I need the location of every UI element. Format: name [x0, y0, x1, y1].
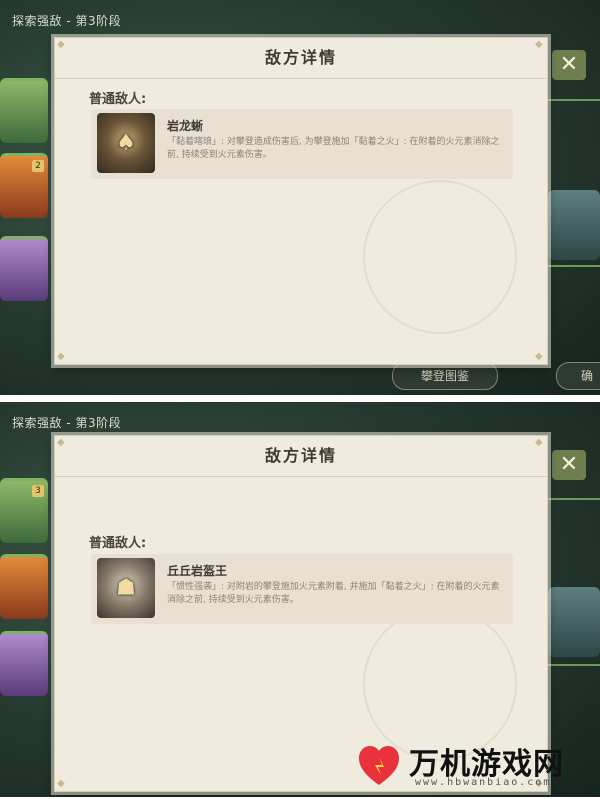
divider: [548, 265, 600, 267]
dragon-lizard-icon: ♠: [116, 130, 136, 156]
character-card[interactable]: 2: [0, 153, 48, 218]
screenshot-1: 探索强敌 - 第3阶段 2 ✕ 攀登图鉴 确 ◆ ◆ ◆ ◆ 敌方详情 普通敌人…: [0, 0, 600, 395]
character-card[interactable]: [0, 554, 48, 619]
enemy-portrait: ♠: [97, 113, 155, 173]
close-button[interactable]: ✕: [552, 450, 586, 480]
emblem-watermark: [363, 180, 517, 334]
enemy-details-panel: ◆ ◆ ◆ ◆ 敌方详情 普通敌人: ♠ 岩龙蜥 「黏着喀琅」: 对攀登造成伤害…: [54, 37, 548, 365]
panel-title: 敌方详情: [55, 436, 547, 477]
corner-ornament: ◆: [57, 778, 65, 789]
enemy-entry[interactable]: ♠ 岩龙蜥 「黏着喀琅」: 对攀登造成伤害后, 为攀登施加「黏着之火」: 在附着…: [91, 109, 513, 179]
panel-title: 敌方详情: [55, 38, 547, 79]
rock-shield-king-icon: ☗: [116, 575, 136, 601]
divider: [548, 664, 600, 666]
confirm-button[interactable]: 确: [556, 362, 600, 390]
close-button[interactable]: ✕: [552, 50, 586, 80]
enemy-name: 丘丘岩盔王: [167, 564, 228, 578]
character-card[interactable]: [0, 236, 48, 301]
corner-ornament: ◆: [57, 39, 65, 50]
character-card[interactable]: [548, 587, 600, 657]
site-watermark: 万机游戏网 www.hbwanbiao.com: [355, 737, 595, 793]
corner-ornament: ◆: [57, 437, 65, 448]
enemy-name: 岩龙蜥: [167, 119, 204, 133]
enemy-description: 「惯性强袭」: 对附岩的攀登施加火元素附着, 并施加「黏着之火」: 在附着的火元…: [167, 582, 500, 605]
character-badge: 2: [32, 160, 44, 172]
site-url: www.hbwanbiao.com: [415, 777, 552, 788]
corner-ornament: ◆: [535, 351, 543, 362]
character-card[interactable]: [548, 190, 600, 260]
corner-ornament: ◆: [535, 39, 543, 50]
close-icon: ✕: [559, 52, 579, 77]
corner-ornament: ◆: [535, 437, 543, 448]
enemy-portrait: ☗: [97, 558, 155, 618]
breadcrumb[interactable]: 探索强敌 - 第3阶段: [12, 414, 121, 431]
heart-logo-icon: [359, 746, 399, 785]
character-card[interactable]: [0, 78, 48, 143]
divider: [548, 99, 600, 101]
corner-ornament: ◆: [57, 351, 65, 362]
divider: [548, 498, 600, 500]
character-card[interactable]: [0, 631, 48, 696]
encyclopedia-button[interactable]: 攀登图鉴: [392, 362, 498, 390]
breadcrumb[interactable]: 探索强敌 - 第3阶段: [12, 12, 121, 29]
separator: [0, 395, 600, 402]
section-title: 普通敌人:: [89, 536, 147, 551]
enemy-entry[interactable]: ☗ 丘丘岩盔王 「惯性强袭」: 对附岩的攀登施加火元素附着, 并施加「黏着之火」…: [91, 554, 513, 624]
character-badge: 3: [32, 485, 44, 497]
character-card[interactable]: 3: [0, 478, 48, 543]
section-title: 普通敌人:: [89, 92, 147, 107]
close-icon: ✕: [559, 452, 579, 477]
enemy-description: 「黏着喀琅」: 对攀登造成伤害后, 为攀登施加「黏着之火」: 在附着的火元素消除…: [167, 137, 500, 160]
